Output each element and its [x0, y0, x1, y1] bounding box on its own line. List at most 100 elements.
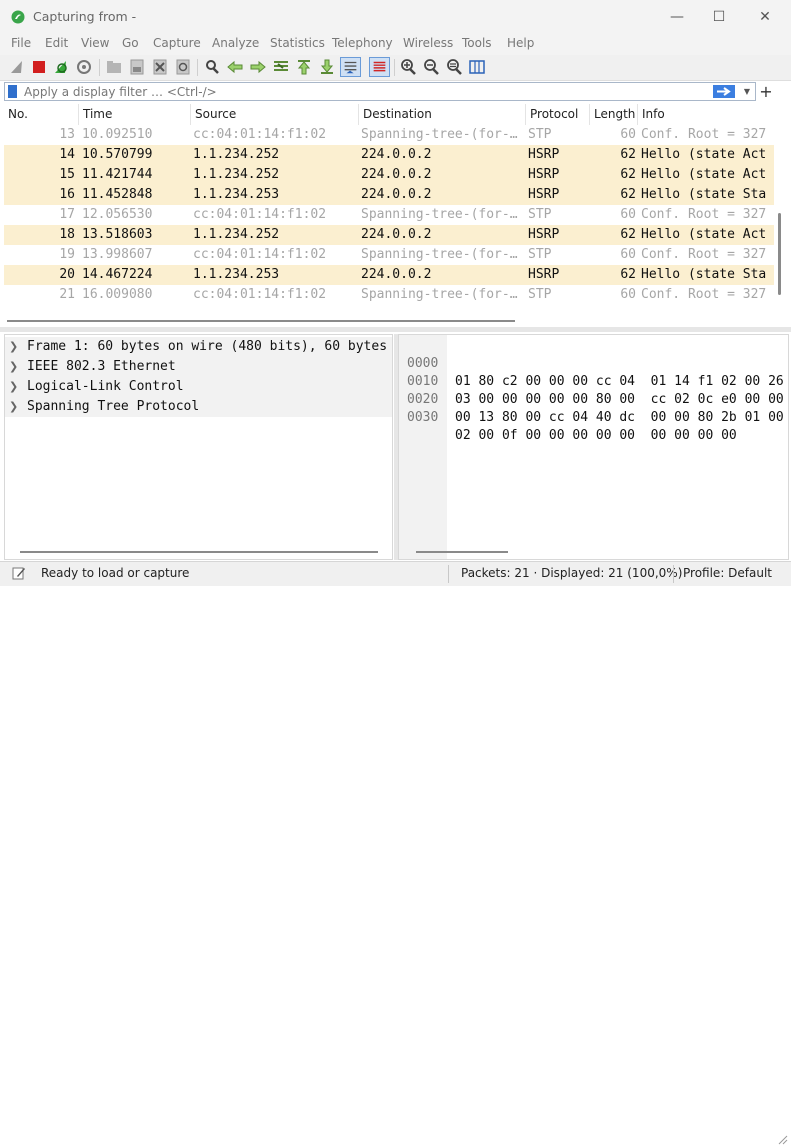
column-header-destination[interactable]: Destination: [359, 104, 526, 125]
minimize-button[interactable]: —: [657, 6, 697, 28]
go-to-packet-icon[interactable]: [272, 58, 290, 76]
bytes-row[interactable]: 0000 01 80 c2 00 00 00 cc 04 01 14 f1 02…: [399, 337, 788, 389]
bookmark-icon[interactable]: [8, 85, 17, 98]
byte-hex: 02 00 0f 00 00 00 00 00 00 00 00 00: [455, 428, 737, 443]
find-packet-icon[interactable]: [203, 58, 221, 76]
packet-row[interactable]: 14 10.570799 1.1.234.252 224.0.0.2 HSRP …: [4, 145, 774, 165]
main-toolbar: [0, 55, 791, 81]
go-last-icon[interactable]: [318, 58, 336, 76]
packet-row[interactable]: 17 12.056530 cc:04:01:14:f1:02 Spanning-…: [4, 205, 774, 225]
packet-source: 1.1.234.252: [193, 147, 280, 162]
tree-item-ethernet[interactable]: ❯ IEEE 802.3 Ethernet: [5, 357, 392, 377]
autoscroll-icon[interactable]: [340, 57, 361, 77]
colorize-icon[interactable]: [369, 57, 390, 77]
tree-item-frame[interactable]: ❯ Frame 1: 60 bytes on wire (480 bits), …: [5, 337, 392, 357]
packet-source: cc:04:01:14:f1:02: [193, 247, 327, 262]
column-header-info[interactable]: Info: [638, 104, 774, 125]
packet-length: 62: [620, 187, 636, 202]
packet-list-horizontal-scrollbar[interactable]: [7, 320, 515, 322]
maximize-button[interactable]: ☐: [699, 6, 739, 28]
packet-row[interactable]: 16 11.452848 1.1.234.253 224.0.0.2 HSRP …: [4, 185, 774, 205]
packet-row[interactable]: 15 11.421744 1.1.234.252 224.0.0.2 HSRP …: [4, 165, 774, 185]
chevron-right-icon[interactable]: ❯: [9, 357, 21, 377]
go-forward-icon[interactable]: [249, 58, 267, 76]
packet-source: cc:04:01:14:f1:02: [193, 287, 327, 302]
stop-capture-icon[interactable]: [30, 58, 48, 76]
packet-number: 14: [59, 147, 75, 162]
close-button[interactable]: ✕: [745, 6, 785, 28]
packet-row[interactable]: 21 16.009080 cc:04:01:14:f1:02 Spanning-…: [4, 285, 774, 305]
column-header-no[interactable]: No.: [4, 104, 79, 125]
packet-details-pane: ❯ Frame 1: 60 bytes on wire (480 bits), …: [4, 334, 393, 560]
reload-file-icon[interactable]: [174, 58, 192, 76]
packet-row[interactable]: 20 14.467224 1.1.234.253 224.0.0.2 HSRP …: [4, 265, 774, 285]
tree-item-stp[interactable]: ❯ Spanning Tree Protocol: [5, 397, 392, 417]
menu-go[interactable]: Go: [122, 36, 139, 50]
packet-source: 1.1.234.253: [193, 187, 280, 202]
menu-edit[interactable]: Edit: [45, 36, 68, 50]
packet-list-header: No. Time Source Destination Protocol Len…: [4, 104, 774, 126]
packet-source: 1.1.234.253: [193, 267, 280, 282]
add-filter-button[interactable]: +: [759, 82, 773, 101]
menu-file[interactable]: File: [11, 36, 31, 50]
column-header-time[interactable]: Time: [79, 104, 191, 125]
zoom-in-icon[interactable]: [399, 58, 417, 76]
zoom-out-icon[interactable]: [422, 58, 440, 76]
resize-columns-icon[interactable]: [468, 58, 486, 76]
packet-number: 19: [59, 247, 75, 262]
packet-time: 11.452848: [82, 187, 153, 202]
chevron-right-icon[interactable]: ❯: [9, 397, 21, 417]
tree-item-llc[interactable]: ❯ Logical-Link Control: [5, 377, 392, 397]
bytes-row[interactable]: 0030 02 00 0f 00 00 00 00 00 00 00 00 00: [399, 391, 788, 443]
tree-item-label: Logical-Link Control: [27, 379, 184, 394]
packet-row[interactable]: 18 13.518603 1.1.234.252 224.0.0.2 HSRP …: [4, 225, 774, 245]
column-header-length[interactable]: Length: [590, 104, 638, 125]
packet-protocol: HSRP: [528, 147, 560, 162]
menu-analyze[interactable]: Analyze: [212, 36, 259, 50]
chevron-right-icon[interactable]: ❯: [9, 337, 21, 357]
packet-info: Hello (state Act: [641, 227, 767, 242]
bytes-row[interactable]: 0010 03 00 00 00 00 00 80 00 cc 02 0c e0…: [399, 355, 788, 407]
save-file-icon[interactable]: [128, 58, 146, 76]
shark-fin-start-icon[interactable]: [8, 58, 26, 76]
packet-destination: Spanning-tree-(for-…: [361, 287, 518, 302]
close-file-icon[interactable]: [151, 58, 169, 76]
go-first-icon[interactable]: [295, 58, 313, 76]
bytes-row[interactable]: 0020 00 13 80 00 cc 04 40 dc 00 00 80 2b…: [399, 373, 788, 425]
go-back-icon[interactable]: [226, 58, 244, 76]
capture-options-icon[interactable]: [75, 58, 93, 76]
packet-info: Hello (state Act: [641, 167, 767, 182]
display-filter-input[interactable]: [24, 84, 694, 99]
packet-destination: 224.0.0.2: [361, 227, 432, 242]
column-header-source[interactable]: Source: [191, 104, 359, 125]
restart-capture-icon[interactable]: [52, 58, 70, 76]
details-horizontal-scrollbar[interactable]: [20, 551, 378, 553]
bytes-horizontal-scrollbar[interactable]: [416, 551, 508, 553]
packet-row[interactable]: 13 10.092510 cc:04:01:14:f1:02 Spanning-…: [4, 125, 774, 145]
menu-statistics[interactable]: Statistics: [270, 36, 325, 50]
tree-item-label: Frame 1: 60 bytes on wire (480 bits), 60…: [27, 339, 388, 354]
status-separator: [673, 565, 674, 583]
open-file-icon[interactable]: [105, 58, 123, 76]
menu-wireless[interactable]: Wireless: [403, 36, 453, 50]
packet-length: 60: [620, 247, 636, 262]
menu-capture[interactable]: Capture: [153, 36, 201, 50]
apply-filter-arrow-icon[interactable]: [713, 85, 735, 98]
packet-protocol: HSRP: [528, 167, 560, 182]
pane-splitter[interactable]: [0, 327, 791, 332]
chevron-right-icon[interactable]: ❯: [9, 377, 21, 397]
menu-view[interactable]: View: [81, 36, 109, 50]
packet-length: 62: [620, 267, 636, 282]
menu-help[interactable]: Help: [507, 36, 534, 50]
column-header-protocol[interactable]: Protocol: [526, 104, 590, 125]
profile-status[interactable]: Profile: Default: [683, 566, 772, 580]
menu-tools[interactable]: Tools: [462, 36, 492, 50]
resize-grip-icon[interactable]: [776, 1133, 788, 1145]
packet-row[interactable]: 19 13.998607 cc:04:01:14:f1:02 Spanning-…: [4, 245, 774, 265]
menu-telephony[interactable]: Telephony: [332, 36, 393, 50]
packet-destination: 224.0.0.2: [361, 147, 432, 162]
normal-size-icon[interactable]: [445, 58, 463, 76]
edit-comment-icon[interactable]: [12, 566, 26, 580]
filter-dropdown-icon[interactable]: ▼: [741, 84, 753, 99]
packet-list-vertical-scrollbar[interactable]: [778, 213, 781, 295]
